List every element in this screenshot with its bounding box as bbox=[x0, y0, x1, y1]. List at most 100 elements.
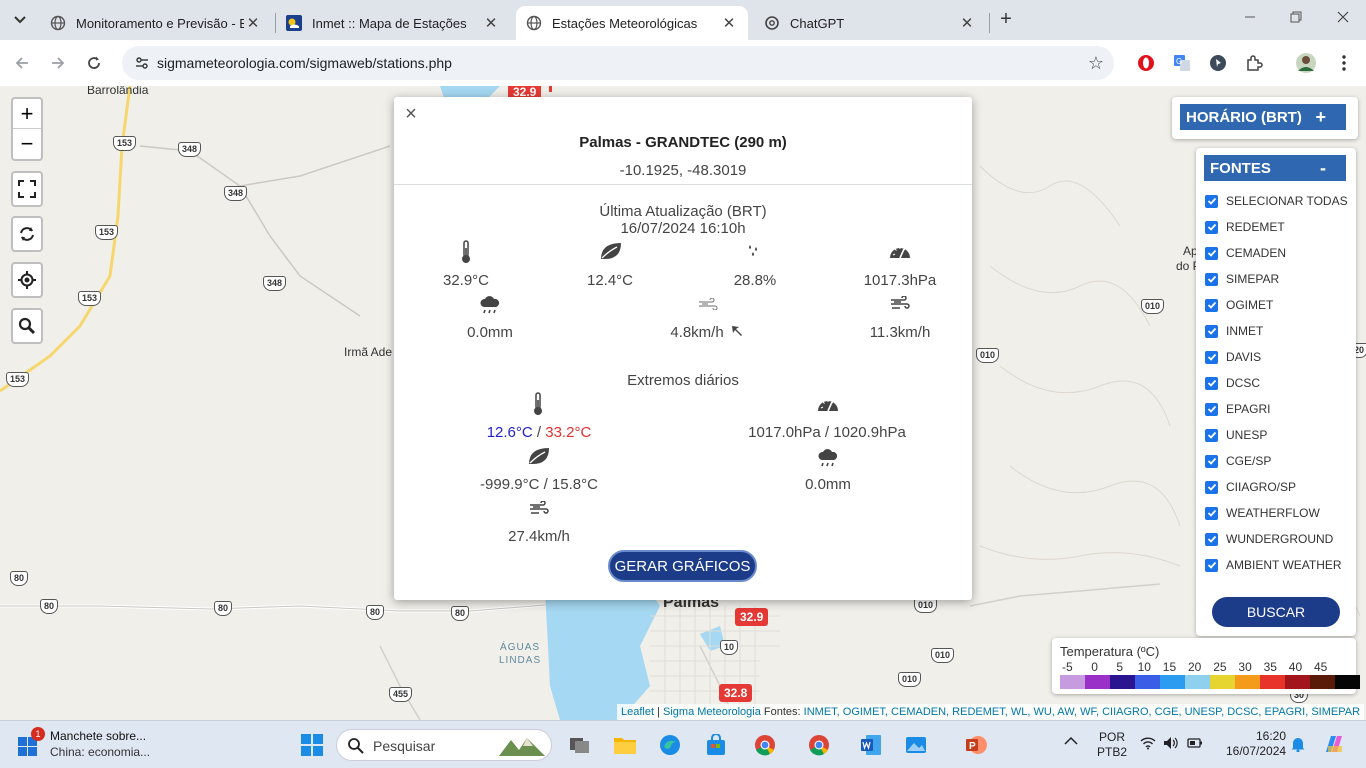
copilot-icon[interactable] bbox=[1322, 732, 1346, 759]
checkbox-checked-icon[interactable] bbox=[1205, 298, 1218, 312]
checkbox-checked-icon[interactable] bbox=[1205, 220, 1218, 234]
bookmark-star-icon[interactable]: ☆ bbox=[1088, 53, 1104, 74]
cursor-extension-icon[interactable] bbox=[1207, 52, 1229, 74]
collapse-toggle[interactable]: - bbox=[1320, 158, 1326, 179]
fonte-checkbox-item[interactable]: EPAGRI bbox=[1205, 402, 1270, 416]
checkbox-checked-icon[interactable] bbox=[1205, 350, 1218, 364]
buscar-button[interactable]: BUSCAR bbox=[1212, 597, 1340, 627]
language-indicator[interactable]: POR PTB2 bbox=[1097, 730, 1127, 760]
tab-inmet[interactable]: Inmet :: Mapa de Estações ✕ bbox=[276, 6, 510, 40]
checkbox-checked-icon[interactable] bbox=[1205, 532, 1218, 546]
taskbar-search[interactable]: Pesquisar bbox=[336, 729, 552, 761]
sigma-link[interactable]: Sigma Meteorologia bbox=[663, 706, 761, 718]
refresh-map-button[interactable] bbox=[11, 216, 43, 252]
horario-header[interactable]: HORÁRIO (BRT) + bbox=[1180, 104, 1346, 130]
locate-button[interactable] bbox=[11, 262, 43, 298]
taskbar-clock[interactable]: 16:20 16/07/2024 bbox=[1226, 729, 1286, 759]
extremes-label: Extremos diários bbox=[627, 372, 739, 389]
fonte-checkbox-item[interactable]: UNESP bbox=[1205, 428, 1267, 442]
translate-extension-icon[interactable]: G bbox=[1171, 52, 1193, 74]
checkbox-checked-icon[interactable] bbox=[1205, 402, 1218, 416]
fonte-checkbox-item[interactable]: SIMEPAR bbox=[1205, 272, 1279, 286]
close-tab-icon[interactable]: ✕ bbox=[244, 14, 262, 32]
close-icon bbox=[1337, 11, 1349, 23]
legend-tick: 20 bbox=[1188, 660, 1202, 674]
fonte-checkbox-item[interactable]: DAVIS bbox=[1205, 350, 1261, 364]
wifi-icon[interactable] bbox=[1140, 736, 1156, 753]
notifications-bell-icon[interactable] bbox=[1290, 736, 1306, 755]
gerar-graficos-button[interactable]: GERAR GRÁFICOS bbox=[608, 550, 757, 582]
photos-button[interactable] bbox=[902, 731, 930, 759]
chrome-button[interactable] bbox=[751, 731, 779, 759]
expand-toggle[interactable]: + bbox=[1315, 107, 1326, 128]
fonte-checkbox-item[interactable]: INMET bbox=[1205, 324, 1263, 338]
store-button[interactable] bbox=[702, 731, 730, 759]
checkbox-checked-icon[interactable] bbox=[1205, 324, 1218, 338]
fonte-checkbox-item[interactable]: SELECIONAR TODAS bbox=[1205, 194, 1348, 208]
tab-estacoes[interactable]: Estações Meteorológicas ✕ bbox=[516, 6, 748, 40]
fontes-header[interactable]: FONTES - bbox=[1204, 155, 1346, 181]
edge-button[interactable] bbox=[656, 731, 684, 759]
zoom-out-button[interactable]: − bbox=[13, 129, 41, 159]
tab-chatgpt[interactable]: ChatGPT ✕ bbox=[754, 6, 986, 40]
temperature-marker[interactable]: 32.9 bbox=[735, 608, 769, 626]
address-bar[interactable]: sigmameteorologia.com/sigmaweb/stations.… bbox=[122, 46, 1114, 80]
fonte-checkbox-item[interactable]: CEMADEN bbox=[1205, 246, 1286, 260]
url-text[interactable]: sigmameteorologia.com/sigmaweb/stations.… bbox=[157, 55, 452, 71]
close-tab-icon[interactable]: ✕ bbox=[958, 14, 976, 32]
fonte-checkbox-item[interactable]: DCSC bbox=[1205, 376, 1260, 390]
fonte-checkbox-item[interactable]: CGE/SP bbox=[1205, 454, 1271, 468]
temperature-marker[interactable]: 32.8 bbox=[719, 684, 753, 702]
close-tab-icon[interactable]: ✕ bbox=[482, 14, 500, 32]
restore-button[interactable] bbox=[1286, 10, 1306, 26]
leaflet-link[interactable]: Leaflet bbox=[621, 706, 654, 718]
fonte-checkbox-item[interactable]: WUNDERGROUND bbox=[1205, 532, 1333, 546]
new-tab-button[interactable]: + bbox=[996, 9, 1016, 29]
checkbox-checked-icon[interactable] bbox=[1205, 506, 1218, 520]
tab-monitoramento[interactable]: Monitoramento e Previsão - Bra ✕ bbox=[40, 6, 272, 40]
checkbox-checked-icon[interactable] bbox=[1205, 246, 1218, 260]
site-settings-icon[interactable] bbox=[134, 55, 150, 71]
reload-button[interactable] bbox=[83, 52, 105, 74]
chrome-profile-button[interactable] bbox=[805, 731, 833, 759]
checkbox-checked-icon[interactable] bbox=[1205, 376, 1218, 390]
checkbox-checked-icon[interactable] bbox=[1205, 558, 1218, 572]
checkbox-checked-icon[interactable] bbox=[1205, 480, 1218, 494]
file-explorer-button[interactable] bbox=[611, 731, 639, 759]
extensions-puzzle-icon[interactable] bbox=[1243, 52, 1265, 74]
back-button[interactable] bbox=[11, 52, 33, 74]
checkbox-checked-icon[interactable] bbox=[1205, 428, 1218, 442]
fonte-checkbox-item[interactable]: REDEMET bbox=[1205, 220, 1285, 234]
show-hidden-icons-button[interactable] bbox=[1064, 735, 1078, 749]
fonte-checkbox-item[interactable]: OGIMET bbox=[1205, 298, 1273, 312]
browser-menu-icon[interactable] bbox=[1333, 52, 1355, 74]
checkbox-checked-icon[interactable] bbox=[1205, 194, 1218, 208]
temp-max: 33.2°C bbox=[545, 424, 592, 441]
fonte-checkbox-item[interactable]: AMBIENT WEATHER bbox=[1205, 558, 1342, 572]
battery-icon[interactable] bbox=[1187, 737, 1203, 752]
checkbox-checked-icon[interactable] bbox=[1205, 272, 1218, 286]
tab-search-button[interactable] bbox=[8, 8, 32, 32]
opera-extension-icon[interactable] bbox=[1135, 52, 1157, 74]
fonte-checkbox-item[interactable]: WEATHERFLOW bbox=[1205, 506, 1320, 520]
zoom-in-button[interactable]: + bbox=[13, 99, 41, 129]
news-widget[interactable]: 1 Manchete sobre... China: economia... bbox=[16, 727, 196, 763]
forward-button[interactable] bbox=[47, 52, 69, 74]
close-popup-button[interactable]: × bbox=[402, 103, 420, 126]
close-window-button[interactable] bbox=[1333, 10, 1353, 26]
attribution-fontes-list[interactable]: INMET, OGIMET, CEMADEN, REDEMET, WL, WU,… bbox=[804, 706, 1360, 718]
fonte-checkbox-item[interactable]: CIIAGRO/SP bbox=[1205, 480, 1296, 494]
close-tab-icon[interactable]: ✕ bbox=[720, 14, 738, 32]
word-button[interactable] bbox=[857, 731, 885, 759]
profile-avatar[interactable] bbox=[1295, 52, 1317, 74]
minimize-button[interactable] bbox=[1240, 10, 1260, 26]
start-button[interactable] bbox=[298, 731, 326, 759]
task-view-button[interactable] bbox=[566, 731, 594, 759]
fullscreen-button[interactable] bbox=[11, 171, 43, 207]
volume-icon[interactable] bbox=[1163, 736, 1179, 753]
powerpoint-button[interactable]: P bbox=[962, 731, 990, 759]
search-map-button[interactable] bbox=[11, 308, 43, 344]
checkbox-checked-icon[interactable] bbox=[1205, 454, 1218, 468]
keyboard-layout: PTB2 bbox=[1097, 745, 1128, 759]
legend-swatch bbox=[1260, 675, 1285, 689]
